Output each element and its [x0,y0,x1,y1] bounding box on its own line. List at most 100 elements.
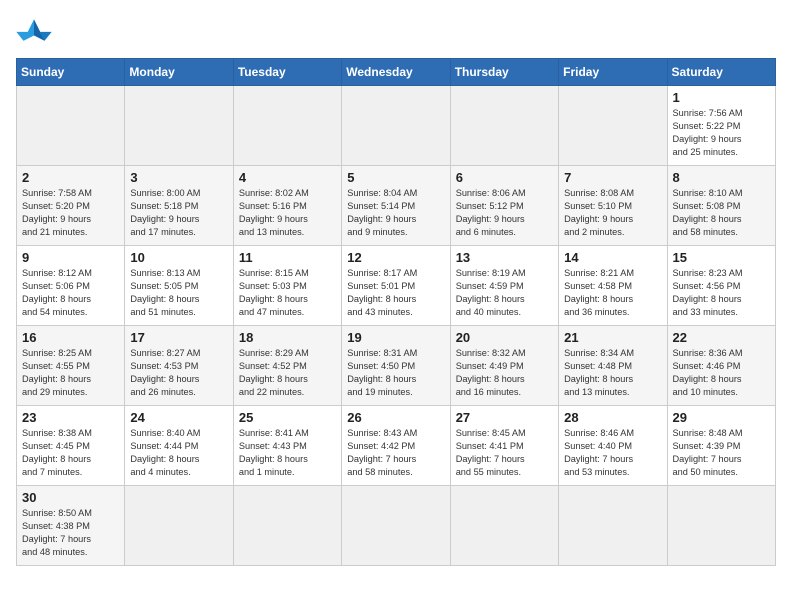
day-number: 19 [347,330,444,345]
day-info: Sunrise: 8:19 AM Sunset: 4:59 PM Dayligh… [456,267,553,319]
calendar-cell: 8 Sunrise: 8:10 AM Sunset: 5:08 PM Daylig… [667,166,775,246]
calendar-cell [559,486,667,566]
day-info: Sunrise: 7:56 AM Sunset: 5:22 PM Dayligh… [673,107,770,159]
day-number: 24 [130,410,227,425]
calendar-cell: 7 Sunrise: 8:08 AM Sunset: 5:10 PM Daylig… [559,166,667,246]
calendar-cell: 23 Sunrise: 8:38 AM Sunset: 4:45 PM Dayli… [17,406,125,486]
day-number: 5 [347,170,444,185]
day-number: 15 [673,250,770,265]
day-info: Sunrise: 8:12 AM Sunset: 5:06 PM Dayligh… [22,267,119,319]
day-info: Sunrise: 8:41 AM Sunset: 4:43 PM Dayligh… [239,427,336,479]
day-info: Sunrise: 8:15 AM Sunset: 5:03 PM Dayligh… [239,267,336,319]
calendar-cell: 29 Sunrise: 8:48 AM Sunset: 4:39 PM Dayli… [667,406,775,486]
calendar-cell: 19 Sunrise: 8:31 AM Sunset: 4:50 PM Dayli… [342,326,450,406]
day-number: 23 [22,410,119,425]
day-info: Sunrise: 8:08 AM Sunset: 5:10 PM Dayligh… [564,187,661,239]
weekday-header-monday: Monday [125,59,233,86]
day-info: Sunrise: 8:29 AM Sunset: 4:52 PM Dayligh… [239,347,336,399]
weekday-header-thursday: Thursday [450,59,558,86]
day-info: Sunrise: 8:00 AM Sunset: 5:18 PM Dayligh… [130,187,227,239]
calendar-cell: 21 Sunrise: 8:34 AM Sunset: 4:48 PM Dayli… [559,326,667,406]
calendar-cell: 6 Sunrise: 8:06 AM Sunset: 5:12 PM Daylig… [450,166,558,246]
day-info: Sunrise: 8:25 AM Sunset: 4:55 PM Dayligh… [22,347,119,399]
day-info: Sunrise: 8:32 AM Sunset: 4:49 PM Dayligh… [456,347,553,399]
day-info: Sunrise: 8:46 AM Sunset: 4:40 PM Dayligh… [564,427,661,479]
day-number: 7 [564,170,661,185]
calendar-cell [342,86,450,166]
day-info: Sunrise: 8:38 AM Sunset: 4:45 PM Dayligh… [22,427,119,479]
day-number: 22 [673,330,770,345]
day-info: Sunrise: 8:48 AM Sunset: 4:39 PM Dayligh… [673,427,770,479]
calendar-cell [450,86,558,166]
day-info: Sunrise: 8:17 AM Sunset: 5:01 PM Dayligh… [347,267,444,319]
calendar-cell: 16 Sunrise: 8:25 AM Sunset: 4:55 PM Dayli… [17,326,125,406]
day-number: 11 [239,250,336,265]
day-number: 29 [673,410,770,425]
calendar-cell [125,486,233,566]
calendar-cell: 10 Sunrise: 8:13 AM Sunset: 5:05 PM Dayli… [125,246,233,326]
calendar-cell: 1Sunrise: 7:56 AM Sunset: 5:22 PM Daylig… [667,86,775,166]
day-info: Sunrise: 8:06 AM Sunset: 5:12 PM Dayligh… [456,187,553,239]
day-number: 30 [22,490,119,505]
calendar-cell: 28 Sunrise: 8:46 AM Sunset: 4:40 PM Dayli… [559,406,667,486]
calendar-cell: 24 Sunrise: 8:40 AM Sunset: 4:44 PM Dayli… [125,406,233,486]
calendar-cell: 2Sunrise: 7:58 AM Sunset: 5:20 PM Daylig… [17,166,125,246]
day-info: Sunrise: 8:31 AM Sunset: 4:50 PM Dayligh… [347,347,444,399]
calendar-cell: 17 Sunrise: 8:27 AM Sunset: 4:53 PM Dayli… [125,326,233,406]
calendar-cell [450,486,558,566]
logo [16,16,58,46]
day-info: Sunrise: 8:45 AM Sunset: 4:41 PM Dayligh… [456,427,553,479]
calendar-cell: 30 Sunrise: 8:50 AM Sunset: 4:38 PM Dayli… [17,486,125,566]
calendar-cell: 15 Sunrise: 8:23 AM Sunset: 4:56 PM Dayli… [667,246,775,326]
calendar-table: SundayMondayTuesdayWednesdayThursdayFrid… [16,58,776,566]
calendar-cell [233,486,341,566]
calendar-cell: 20 Sunrise: 8:32 AM Sunset: 4:49 PM Dayli… [450,326,558,406]
calendar-cell [667,486,775,566]
day-number: 28 [564,410,661,425]
day-number: 9 [22,250,119,265]
calendar-week-row: 9 Sunrise: 8:12 AM Sunset: 5:06 PM Daylig… [17,246,776,326]
day-info: Sunrise: 8:10 AM Sunset: 5:08 PM Dayligh… [673,187,770,239]
header [16,16,776,46]
calendar-cell: 27Sunrise: 8:45 AM Sunset: 4:41 PM Dayli… [450,406,558,486]
weekday-header-sunday: Sunday [17,59,125,86]
weekday-header-wednesday: Wednesday [342,59,450,86]
day-info: Sunrise: 8:23 AM Sunset: 4:56 PM Dayligh… [673,267,770,319]
day-info: Sunrise: 8:04 AM Sunset: 5:14 PM Dayligh… [347,187,444,239]
day-number: 8 [673,170,770,185]
day-number: 26 [347,410,444,425]
day-info: Sunrise: 8:43 AM Sunset: 4:42 PM Dayligh… [347,427,444,479]
day-info: Sunrise: 8:27 AM Sunset: 4:53 PM Dayligh… [130,347,227,399]
day-number: 10 [130,250,227,265]
calendar-cell: 14Sunrise: 8:21 AM Sunset: 4:58 PM Dayli… [559,246,667,326]
day-number: 12 [347,250,444,265]
day-number: 6 [456,170,553,185]
day-number: 21 [564,330,661,345]
day-info: Sunrise: 8:40 AM Sunset: 4:44 PM Dayligh… [130,427,227,479]
calendar-cell: 11 Sunrise: 8:15 AM Sunset: 5:03 PM Dayli… [233,246,341,326]
day-number: 17 [130,330,227,345]
calendar-cell [342,486,450,566]
day-info: Sunrise: 8:34 AM Sunset: 4:48 PM Dayligh… [564,347,661,399]
calendar-cell: 3Sunrise: 8:00 AM Sunset: 5:18 PM Daylig… [125,166,233,246]
day-info: Sunrise: 8:50 AM Sunset: 4:38 PM Dayligh… [22,507,119,559]
weekday-header-friday: Friday [559,59,667,86]
calendar-cell [125,86,233,166]
calendar-week-row: 30 Sunrise: 8:50 AM Sunset: 4:38 PM Dayli… [17,486,776,566]
day-number: 16 [22,330,119,345]
calendar-cell: 9 Sunrise: 8:12 AM Sunset: 5:06 PM Daylig… [17,246,125,326]
day-number: 25 [239,410,336,425]
weekday-header-saturday: Saturday [667,59,775,86]
calendar-week-row: 23 Sunrise: 8:38 AM Sunset: 4:45 PM Dayli… [17,406,776,486]
calendar-week-row: 1Sunrise: 7:56 AM Sunset: 5:22 PM Daylig… [17,86,776,166]
day-number: 2 [22,170,119,185]
calendar-cell: 12 Sunrise: 8:17 AM Sunset: 5:01 PM Dayli… [342,246,450,326]
day-info: Sunrise: 8:02 AM Sunset: 5:16 PM Dayligh… [239,187,336,239]
day-number: 18 [239,330,336,345]
calendar-cell: 5 Sunrise: 8:04 AM Sunset: 5:14 PM Daylig… [342,166,450,246]
day-info: Sunrise: 8:13 AM Sunset: 5:05 PM Dayligh… [130,267,227,319]
day-number: 20 [456,330,553,345]
day-number: 4 [239,170,336,185]
day-info: Sunrise: 8:36 AM Sunset: 4:46 PM Dayligh… [673,347,770,399]
day-info: Sunrise: 8:21 AM Sunset: 4:58 PM Dayligh… [564,267,661,319]
